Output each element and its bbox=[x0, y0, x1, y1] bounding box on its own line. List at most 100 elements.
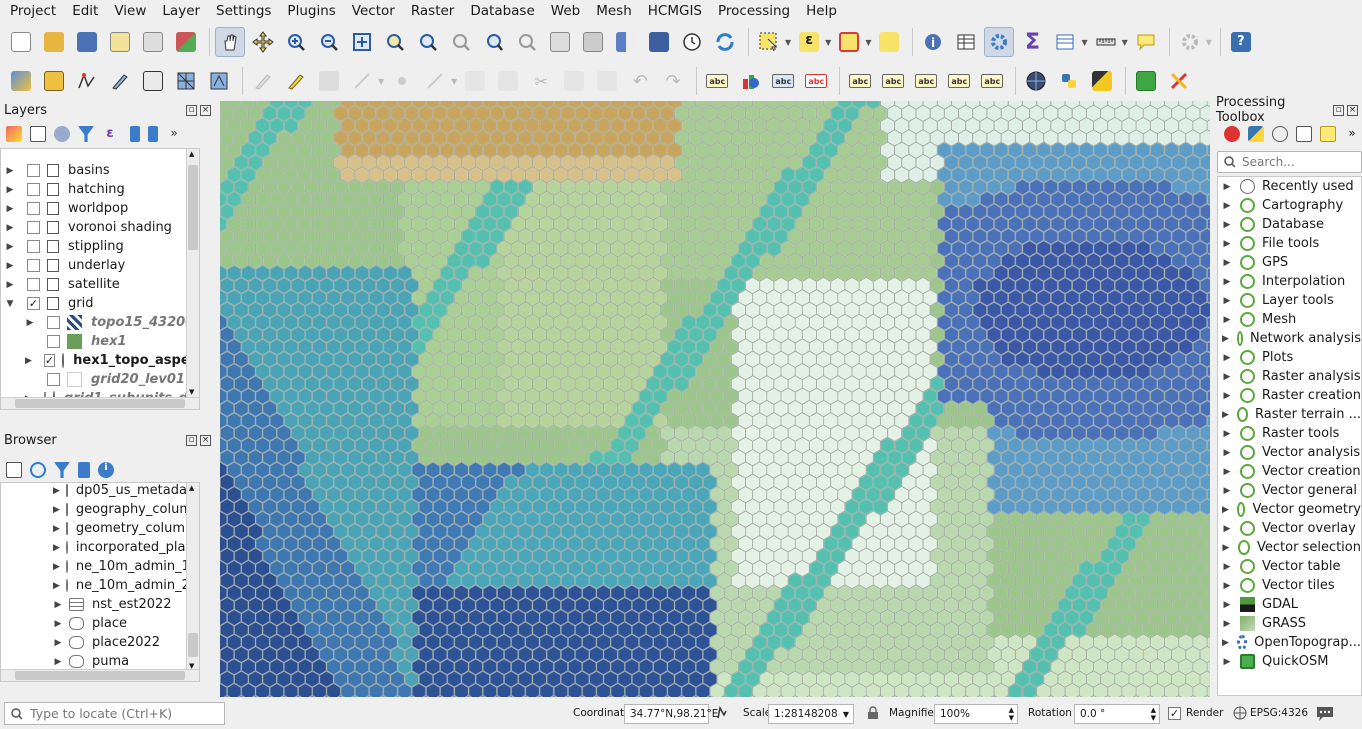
chevron-right-icon[interactable]: ▶ bbox=[53, 657, 63, 667]
identify-features-icon[interactable]: i bbox=[918, 27, 948, 57]
chevron-right-icon[interactable]: ▶ bbox=[53, 486, 60, 496]
style-manager-icon[interactable] bbox=[171, 27, 201, 57]
save-edits-icon[interactable] bbox=[314, 66, 344, 96]
chevron-right-icon[interactable]: ▶ bbox=[1222, 486, 1232, 496]
show-unplaced-labels-icon[interactable]: abc bbox=[801, 66, 831, 96]
properties-info-icon[interactable]: i bbox=[98, 462, 114, 478]
layer-visibility-checkbox[interactable] bbox=[47, 373, 60, 386]
browser-hscrollbar[interactable] bbox=[1, 669, 199, 681]
chevron-right-icon[interactable]: ▶ bbox=[53, 638, 63, 648]
toolbox-group[interactable]: ▶ Recently used bbox=[1218, 177, 1361, 196]
toolbox-group[interactable]: ▶ Interpolation bbox=[1218, 272, 1361, 291]
toggle-extents-mouse-icon[interactable] bbox=[714, 705, 730, 721]
toolbox-group[interactable]: ▶ GPS bbox=[1218, 253, 1361, 272]
style-panel-icon[interactable] bbox=[6, 126, 22, 142]
chevron-down-icon[interactable]: ▼ bbox=[378, 77, 384, 86]
more-chevron-icon[interactable]: » bbox=[1344, 126, 1360, 142]
layer-tree-hscrollbar[interactable] bbox=[1, 397, 199, 409]
layer-group-row[interactable]: ▶ hatching bbox=[1, 180, 199, 199]
chevron-right-icon[interactable]: ▶ bbox=[1222, 524, 1232, 534]
chevron-right-icon[interactable]: ▶ bbox=[1222, 657, 1232, 667]
edit-features-in-place-icon[interactable] bbox=[1320, 126, 1336, 142]
grass-plugin-icon[interactable] bbox=[1087, 66, 1117, 96]
new-project-icon[interactable] bbox=[6, 27, 36, 57]
deselect-features-icon[interactable] bbox=[834, 27, 864, 57]
zoom-full-icon[interactable] bbox=[347, 27, 377, 57]
chevron-right-icon[interactable]: ▶ bbox=[5, 242, 15, 252]
zoom-last-icon[interactable] bbox=[479, 27, 509, 57]
quickosm-search-icon[interactable] bbox=[1131, 66, 1161, 96]
chevron-right-icon[interactable]: ▶ bbox=[25, 356, 32, 366]
chevron-right-icon[interactable]: ▶ bbox=[1222, 581, 1232, 591]
scale-field[interactable]: 1:28148208 ▼ bbox=[768, 704, 854, 724]
chevron-down-icon[interactable]: ▼ bbox=[843, 710, 849, 719]
menu-web[interactable]: Web bbox=[543, 0, 588, 22]
history-clock-icon[interactable] bbox=[1272, 126, 1288, 142]
python-console-icon[interactable] bbox=[1054, 66, 1084, 96]
toolbox-group[interactable]: ▶ Raster terrain ... bbox=[1218, 405, 1361, 424]
settings-gear-disabled-icon[interactable] bbox=[1175, 27, 1205, 57]
attribute-table-icon[interactable] bbox=[951, 27, 981, 57]
show-bookmarks-icon[interactable] bbox=[644, 27, 674, 57]
toolbox-group[interactable]: ▶ Vector geometry bbox=[1218, 500, 1361, 519]
label-toolbar-icon[interactable]: abc bbox=[702, 66, 732, 96]
chevron-right-icon[interactable]: ▶ bbox=[5, 166, 15, 176]
zoom-in-icon[interactable] bbox=[281, 27, 311, 57]
results-viewer-icon[interactable] bbox=[1296, 126, 1312, 142]
open-project-icon[interactable] bbox=[39, 27, 69, 57]
chevron-right-icon[interactable]: ▶ bbox=[1222, 296, 1232, 306]
globe-plugin-icon[interactable] bbox=[1021, 66, 1051, 96]
toolbox-group[interactable]: ▶ Raster analysis bbox=[1218, 367, 1361, 386]
zoom-to-selection-icon[interactable] bbox=[380, 27, 410, 57]
pin-labels-icon[interactable]: abc bbox=[845, 66, 875, 96]
zoom-out-icon[interactable] bbox=[314, 27, 344, 57]
toolbox-group[interactable]: ▶ Vector table bbox=[1218, 557, 1361, 576]
new-3d-map-view-icon[interactable] bbox=[578, 27, 608, 57]
layer-row[interactable]: grid20_lev01 bbox=[1, 370, 199, 389]
chevron-right-icon[interactable]: ▶ bbox=[1222, 467, 1232, 477]
toolbox-group[interactable]: ▶ File tools bbox=[1218, 234, 1361, 253]
new-vector-tile-icon[interactable] bbox=[204, 66, 234, 96]
scrollbar-thumb[interactable] bbox=[188, 633, 198, 657]
chevron-right-icon[interactable]: ▶ bbox=[1222, 353, 1232, 363]
toolbox-group[interactable]: ▶ Vector selection bbox=[1218, 538, 1361, 557]
browser-item[interactable]: ▶ nst_est2022 bbox=[1, 595, 199, 614]
temporal-clock-icon[interactable] bbox=[677, 27, 707, 57]
chevron-right-icon[interactable]: ▶ bbox=[1222, 429, 1232, 439]
processing-toolbox-gear-icon[interactable] bbox=[984, 27, 1015, 57]
menu-mesh[interactable]: Mesh bbox=[588, 0, 640, 22]
lock-scale-icon[interactable] bbox=[866, 706, 880, 720]
filter-by-expression-icon[interactable]: ε bbox=[102, 126, 118, 142]
chevron-down-icon[interactable]: ▼ bbox=[785, 38, 791, 47]
toolbox-group[interactable]: ▶ GDAL bbox=[1218, 595, 1361, 614]
layer-group-row[interactable]: ▼ ✓ grid bbox=[1, 294, 199, 313]
chevron-right-icon[interactable]: ▶ bbox=[1222, 220, 1232, 230]
close-panel-icon[interactable]: × bbox=[200, 434, 211, 446]
layer-visibility-checkbox[interactable]: ✓ bbox=[43, 354, 56, 367]
menu-view[interactable]: View bbox=[106, 0, 154, 22]
chevron-down-icon[interactable]: ▼ bbox=[5, 299, 15, 309]
chevron-down-icon[interactable]: ▼ bbox=[865, 38, 871, 47]
delete-selected-icon[interactable] bbox=[493, 66, 523, 96]
save-project-icon[interactable] bbox=[72, 27, 102, 57]
edit-disabled-icon[interactable] bbox=[248, 66, 278, 96]
chevron-right-icon[interactable]: ▶ bbox=[53, 562, 60, 572]
toolbox-group[interactable]: ▶ QuickOSM bbox=[1218, 652, 1361, 671]
chevron-right-icon[interactable]: ▶ bbox=[53, 619, 63, 629]
digitize-vertex-icon[interactable] bbox=[72, 66, 102, 96]
show-hide-labels-icon[interactable]: abc bbox=[878, 66, 908, 96]
layer-group-row[interactable]: ▶ basins bbox=[1, 161, 199, 180]
layer-visibility-checkbox[interactable] bbox=[27, 259, 40, 272]
menu-layer[interactable]: Layer bbox=[154, 0, 208, 22]
chevron-right-icon[interactable]: ▶ bbox=[53, 505, 60, 515]
chevron-right-icon[interactable]: ▶ bbox=[1222, 239, 1232, 249]
layer-group-row[interactable]: ▶ satellite bbox=[1, 275, 199, 294]
scrollbar-thumb[interactable] bbox=[188, 165, 198, 250]
toolbox-group[interactable]: ▶ GRASS bbox=[1218, 614, 1361, 633]
menu-database[interactable]: Database bbox=[462, 0, 542, 22]
locator-search-input[interactable]: Type to locate (Ctrl+K) bbox=[4, 702, 225, 725]
render-checkbox[interactable]: ✓ bbox=[1168, 707, 1181, 720]
browser-item[interactable]: ▶ ne_10m_admin_2_c bbox=[1, 576, 199, 595]
toolbox-group[interactable]: ▶ Network analysis bbox=[1218, 329, 1361, 348]
layer-group-row[interactable]: ▶ stippling bbox=[1, 237, 199, 256]
